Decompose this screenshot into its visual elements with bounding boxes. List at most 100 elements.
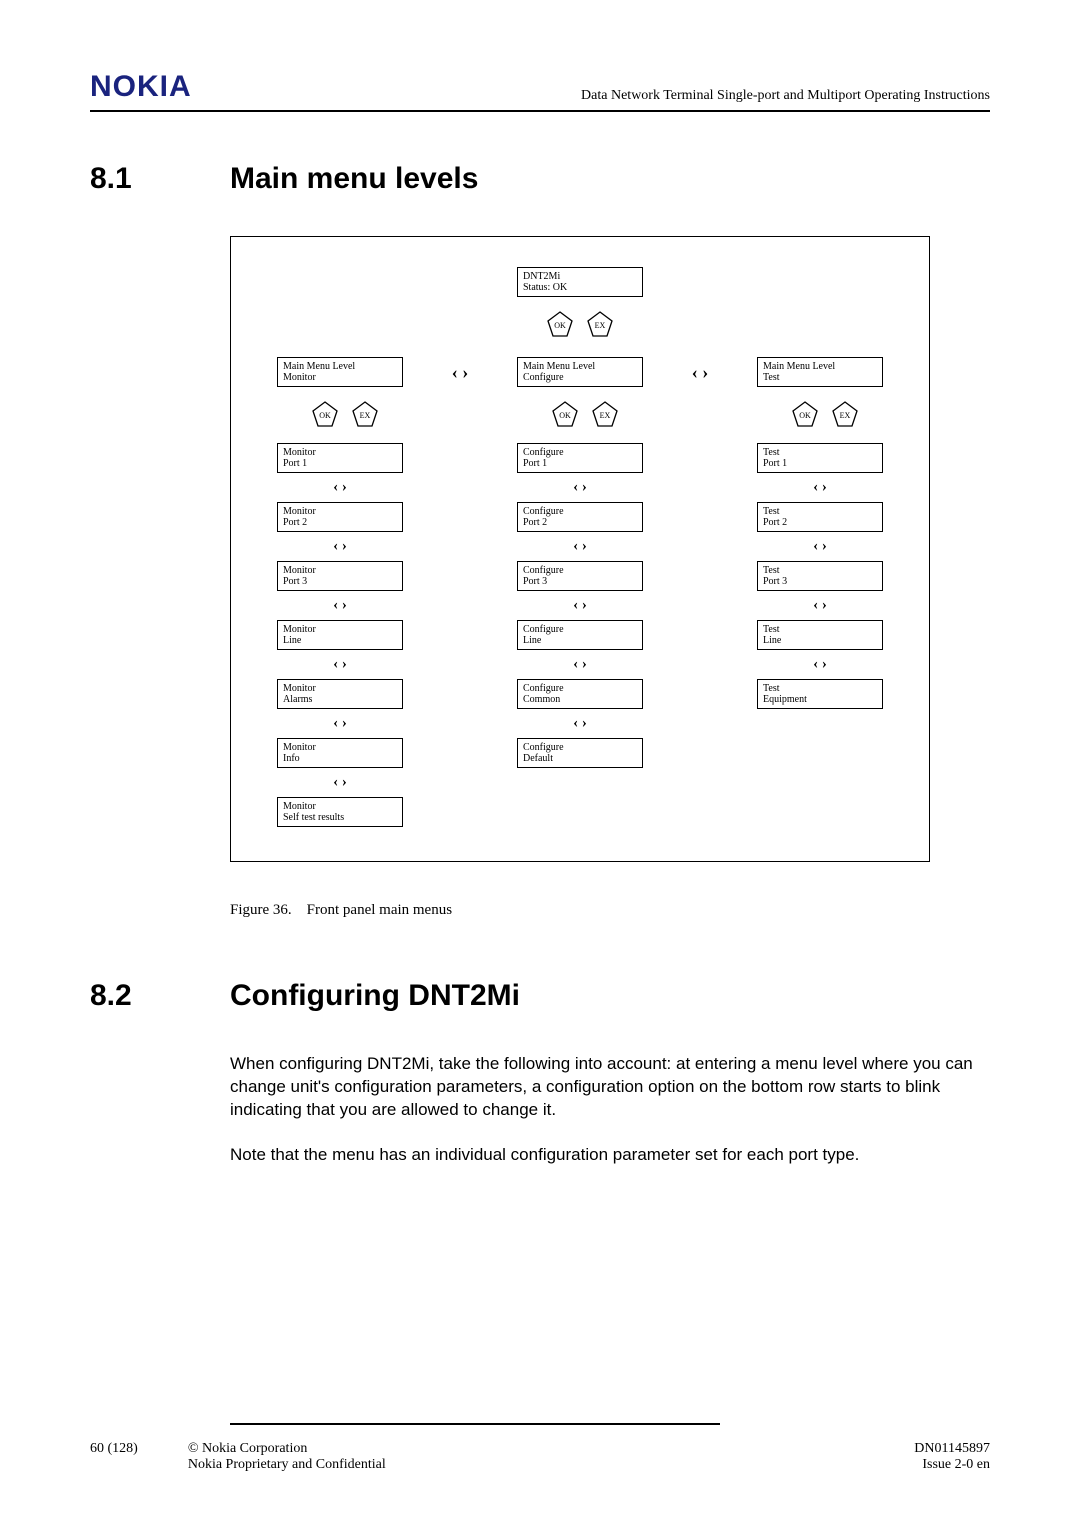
ok-pentagon-icon: OK [552, 401, 578, 427]
nav-arrow-icon: ‹ › [277, 774, 403, 791]
test-item: TestPort 3 [757, 561, 883, 591]
monitor-column: Main Menu Level Monitor OK EX MonitorPor… [255, 357, 425, 827]
configure-item: ConfigurePort 1 [517, 443, 643, 473]
nav-arrow-icon: ‹ › [452, 357, 469, 387]
configure-item: ConfigurePort 3 [517, 561, 643, 591]
ex-label: EX [595, 321, 606, 330]
doc-title: Data Network Terminal Single-port and Mu… [581, 88, 990, 104]
test-column: Main Menu Level Test OK EX TestPort 1‹ ›… [735, 357, 905, 827]
menu-item-line2: Line [763, 635, 877, 647]
menu-item-line2: Port 1 [763, 458, 877, 470]
test-item: TestPort 2 [757, 502, 883, 532]
paragraph-1: When configuring DNT2Mi, take the follow… [230, 1053, 990, 1122]
menu-item-line1: Test [763, 624, 877, 636]
menu-diagram: DNT2Mi Status: OK OK EX Main Menu Level … [230, 236, 930, 862]
nav-arrow-icon: ‹ › [517, 715, 643, 732]
ok-ex-top: OK EX [255, 311, 905, 337]
nokia-logo: NOKIA [90, 70, 192, 104]
menu-item-line2: Port 1 [283, 458, 397, 470]
menu-item-line1: Configure [523, 683, 637, 695]
menu-item-line1: Monitor [283, 742, 397, 754]
section-number: 8.1 [90, 162, 230, 196]
nav-arrow-icon: ‹ › [517, 656, 643, 673]
mm-l2: Monitor [283, 372, 397, 384]
configure-item: ConfigureDefault [517, 738, 643, 768]
menu-item-line1: Monitor [283, 506, 397, 518]
main-menu-test: Main Menu Level Test [757, 357, 883, 387]
copyright: © Nokia Corporation [188, 1441, 914, 1457]
menu-item-line1: Configure [523, 447, 637, 459]
page-header: NOKIA Data Network Terminal Single-port … [90, 70, 990, 112]
ex-pentagon-icon: EX [352, 401, 378, 427]
svg-text:OK: OK [799, 411, 811, 420]
menu-item-line1: Monitor [283, 624, 397, 636]
menu-item-line1: Configure [523, 742, 637, 754]
main-menu-configure: Main Menu Level Configure [517, 357, 643, 387]
page-footer: 60 (128) © Nokia Corporation Nokia Propr… [90, 1423, 990, 1473]
menu-item-line2: Info [283, 753, 397, 765]
monitor-item: MonitorInfo [277, 738, 403, 768]
menu-item-line2: Alarms [283, 694, 397, 706]
monitor-item: MonitorSelf test results [277, 797, 403, 827]
nav-arrow-icon: ‹ › [277, 656, 403, 673]
svg-text:OK: OK [319, 411, 331, 420]
nav-arrow-icon: ‹ › [277, 715, 403, 732]
menu-item-line2: Equipment [763, 694, 877, 706]
issue: Issue 2-0 en [914, 1457, 990, 1473]
menu-item-line2: Port 2 [763, 517, 877, 529]
menu-item-line1: Monitor [283, 801, 397, 813]
mm-l1: Main Menu Level [523, 361, 637, 373]
page-number: 60 (128) [90, 1441, 138, 1473]
test-item: TestLine [757, 620, 883, 650]
menu-item-line2: Common [523, 694, 637, 706]
nav-arrow-icon: ‹ › [757, 479, 883, 496]
monitor-item: MonitorPort 2 [277, 502, 403, 532]
nav-arrow-icon: ‹ › [757, 656, 883, 673]
menu-item-line1: Configure [523, 624, 637, 636]
menu-item-line2: Line [283, 635, 397, 647]
proprietary-notice: Nokia Proprietary and Confidential [188, 1457, 914, 1473]
footer-rule [230, 1423, 720, 1425]
ok-label: OK [554, 321, 566, 330]
section-8-2-heading: 8.2 Configuring DNT2Mi [90, 979, 990, 1013]
status-box: DNT2Mi Status: OK [517, 267, 643, 297]
menu-item-line2: Line [523, 635, 637, 647]
menu-item-line1: Monitor [283, 565, 397, 577]
menu-item-line2: Default [523, 753, 637, 765]
doc-id: DN01145897 [914, 1441, 990, 1457]
menu-item-line1: Test [763, 565, 877, 577]
nav-arrow-icon: ‹ › [277, 479, 403, 496]
figure-caption: Figure 36. Front panel main menus [230, 902, 990, 919]
menu-item-line2: Port 2 [283, 517, 397, 529]
configure-item: ConfigurePort 2 [517, 502, 643, 532]
ex-pentagon-icon: EX [587, 311, 613, 337]
ex-pentagon-icon: EX [592, 401, 618, 427]
nav-arrow-icon: ‹ › [277, 538, 403, 555]
menu-item-line2: Self test results [283, 812, 397, 824]
nav-arrow-icon: ‹ › [757, 538, 883, 555]
test-item: TestEquipment [757, 679, 883, 709]
menu-item-line2: Port 3 [523, 576, 637, 588]
section-title: Main menu levels [230, 162, 478, 196]
nav-arrow-icon: ‹ › [517, 597, 643, 614]
nav-arrow-icon: ‹ › [517, 479, 643, 496]
test-item: TestPort 1 [757, 443, 883, 473]
menu-item-line2: Port 3 [283, 576, 397, 588]
configure-item: ConfigureLine [517, 620, 643, 650]
svg-text:EX: EX [840, 411, 851, 420]
ok-pentagon-icon: OK [792, 401, 818, 427]
mm-l2: Test [763, 372, 877, 384]
section-title: Configuring DNT2Mi [230, 979, 520, 1013]
menu-item-line2: Port 3 [763, 576, 877, 588]
configure-item: ConfigureCommon [517, 679, 643, 709]
ok-ex-monitor: OK EX [302, 401, 378, 427]
svg-text:EX: EX [360, 411, 371, 420]
monitor-item: MonitorLine [277, 620, 403, 650]
ok-ex-test: OK EX [782, 401, 858, 427]
nav-arrow-icon: ‹ › [757, 597, 883, 614]
monitor-item: MonitorAlarms [277, 679, 403, 709]
section-number: 8.2 [90, 979, 230, 1013]
paragraph-2: Note that the menu has an individual con… [230, 1144, 990, 1167]
ok-pentagon-icon: OK [312, 401, 338, 427]
section-8-1-heading: 8.1 Main menu levels [90, 162, 990, 196]
